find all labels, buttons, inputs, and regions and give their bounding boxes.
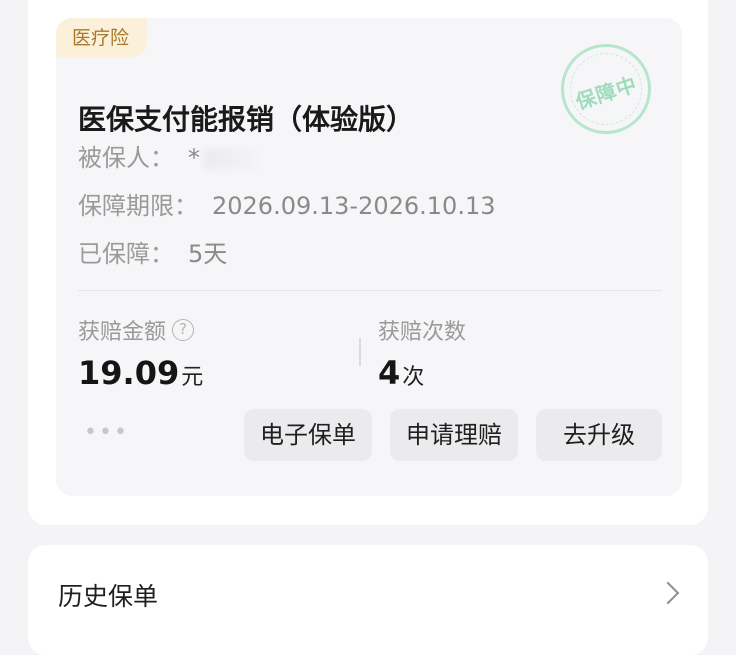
period-label: 保障期限： (78, 192, 198, 220)
claim-amount-value: 19.09 (78, 354, 180, 392)
more-options-icon[interactable]: ••• (84, 420, 129, 445)
claim-amount-unit: 元 (181, 365, 204, 390)
history-policies-row[interactable]: 历史保单 (28, 545, 708, 655)
claim-count-value: 4 (378, 354, 401, 392)
masked-name-blur (204, 149, 256, 169)
insured-row: 被保人： * (78, 138, 256, 173)
insured-label: 被保人： (78, 144, 174, 172)
claim-amount-label: 获赔金额 (78, 320, 167, 345)
chevron-right-icon (656, 581, 680, 605)
claim-amount-value-wrap: 19.09元 (78, 354, 203, 392)
claim-amount-stat: 获赔金额 ? 19.09元 (78, 314, 203, 392)
coverage-status-stamp: 保障中 (561, 44, 651, 134)
e-policy-button[interactable]: 电子保单 (244, 409, 372, 461)
covered-days-row: 已保障： 5天 (78, 234, 227, 269)
claim-count-value-wrap: 4次 (378, 354, 466, 392)
stat-separator (359, 338, 361, 366)
period-value: 2026.09.13-2026.10.13 (212, 192, 496, 220)
coverage-period-row: 保障期限： 2026.09.13-2026.10.13 (78, 186, 496, 221)
claim-count-unit: 次 (402, 365, 425, 390)
claim-count-label: 获赔次数 (378, 320, 467, 345)
policy-type-tag: 医疗险 (56, 18, 148, 58)
divider (78, 290, 662, 291)
covered-label: 已保障： (78, 240, 174, 268)
claim-count-stat: 获赔次数 4次 (378, 314, 466, 392)
upgrade-button[interactable]: 去升级 (536, 409, 662, 461)
stamp-text: 保障中 (572, 71, 641, 115)
history-policies-label: 历史保单 (58, 582, 159, 611)
claim-amount-label-wrap: 获赔金额 ? (78, 314, 203, 346)
policy-title: 医保支付能报销（体验版） (78, 103, 415, 136)
covered-value: 5天 (188, 240, 228, 268)
apply-claim-button[interactable]: 申请理赔 (390, 409, 518, 461)
policy-card[interactable]: 医疗险 医保支付能报销（体验版） 保障中 被保人： * 保障期限： 2026.09.… (56, 18, 682, 496)
insured-value: * (188, 144, 200, 172)
help-icon[interactable]: ? (172, 319, 195, 341)
